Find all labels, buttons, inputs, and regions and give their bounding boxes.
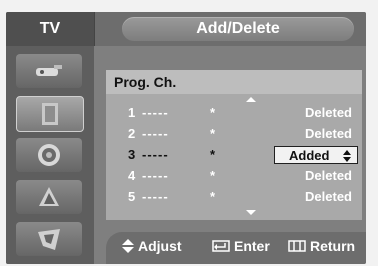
scroll-down-icon[interactable]	[246, 210, 256, 215]
channel-row[interactable]: 4 ----- * Deleted	[106, 166, 362, 186]
channel-status: Deleted	[305, 105, 352, 120]
status-selector[interactable]: Added	[274, 146, 358, 164]
channel-number: 5	[128, 189, 136, 204]
top-bar: TV Add/Delete	[6, 12, 366, 46]
channel-name: -----	[142, 126, 169, 141]
up-down-arrow-icon	[343, 150, 351, 162]
channel-row[interactable]: 5 ----- * Deleted	[106, 187, 362, 207]
menu-title: Add/Delete	[122, 17, 354, 41]
sidebar	[6, 46, 94, 264]
sound-icon	[38, 144, 60, 166]
channel-icon	[39, 187, 59, 206]
osd-menu: TV Add/Delete Prog. Ch. 1 ----- * Delete…	[6, 12, 366, 264]
channel-number: 2	[128, 126, 136, 141]
channel-name: -----	[142, 147, 169, 162]
channel-status: Added	[289, 148, 330, 163]
adjust-hint: Adjust	[122, 238, 182, 254]
channel-mark: *	[210, 147, 216, 162]
enter-label: Enter	[234, 238, 270, 254]
channel-number: 1	[128, 105, 136, 120]
channel-number: 4	[128, 168, 136, 183]
sidebar-item-picture[interactable]	[16, 96, 84, 132]
return-label: Return	[310, 238, 356, 254]
antenna-icon	[36, 65, 62, 76]
scroll-up-icon[interactable]	[246, 97, 256, 102]
channel-status: Deleted	[305, 168, 352, 183]
enter-hint: Enter	[212, 238, 270, 254]
picture-icon	[42, 103, 58, 125]
return-hint: Return	[288, 238, 355, 254]
channel-name: -----	[142, 189, 169, 204]
channel-row-selected[interactable]: 3 ----- * Added	[106, 145, 362, 165]
sidebar-item-sound[interactable]	[16, 138, 82, 172]
up-down-arrow-icon	[122, 239, 134, 253]
channel-mark: *	[210, 189, 216, 204]
channel-list-panel: Prog. Ch. 1 ----- * Deleted 2 ----- * De…	[106, 70, 362, 220]
channel-name: -----	[142, 168, 169, 183]
footer-bar: Adjust Enter Return	[106, 232, 366, 264]
channel-name: -----	[142, 105, 169, 120]
channel-status: Deleted	[305, 189, 352, 204]
sidebar-item-setup[interactable]	[16, 222, 82, 256]
adjust-label: Adjust	[138, 238, 182, 254]
setup-icon	[38, 229, 60, 250]
sidebar-item-channel[interactable]	[16, 180, 82, 214]
channel-number: 3	[128, 147, 136, 162]
menu-return-icon	[288, 240, 306, 252]
channel-row[interactable]: 2 ----- * Deleted	[106, 124, 362, 144]
channel-mark: *	[210, 105, 216, 120]
enter-icon	[212, 240, 230, 252]
channel-rows: 1 ----- * Deleted 2 ----- * Deleted 3 --…	[106, 103, 362, 208]
list-heading: Prog. Ch.	[106, 70, 362, 94]
channel-mark: *	[210, 126, 216, 141]
channel-row[interactable]: 1 ----- * Deleted	[106, 103, 362, 123]
source-label: TV	[6, 12, 95, 46]
channel-status: Deleted	[305, 126, 352, 141]
channel-mark: *	[210, 168, 216, 183]
sidebar-item-input[interactable]	[16, 54, 82, 88]
